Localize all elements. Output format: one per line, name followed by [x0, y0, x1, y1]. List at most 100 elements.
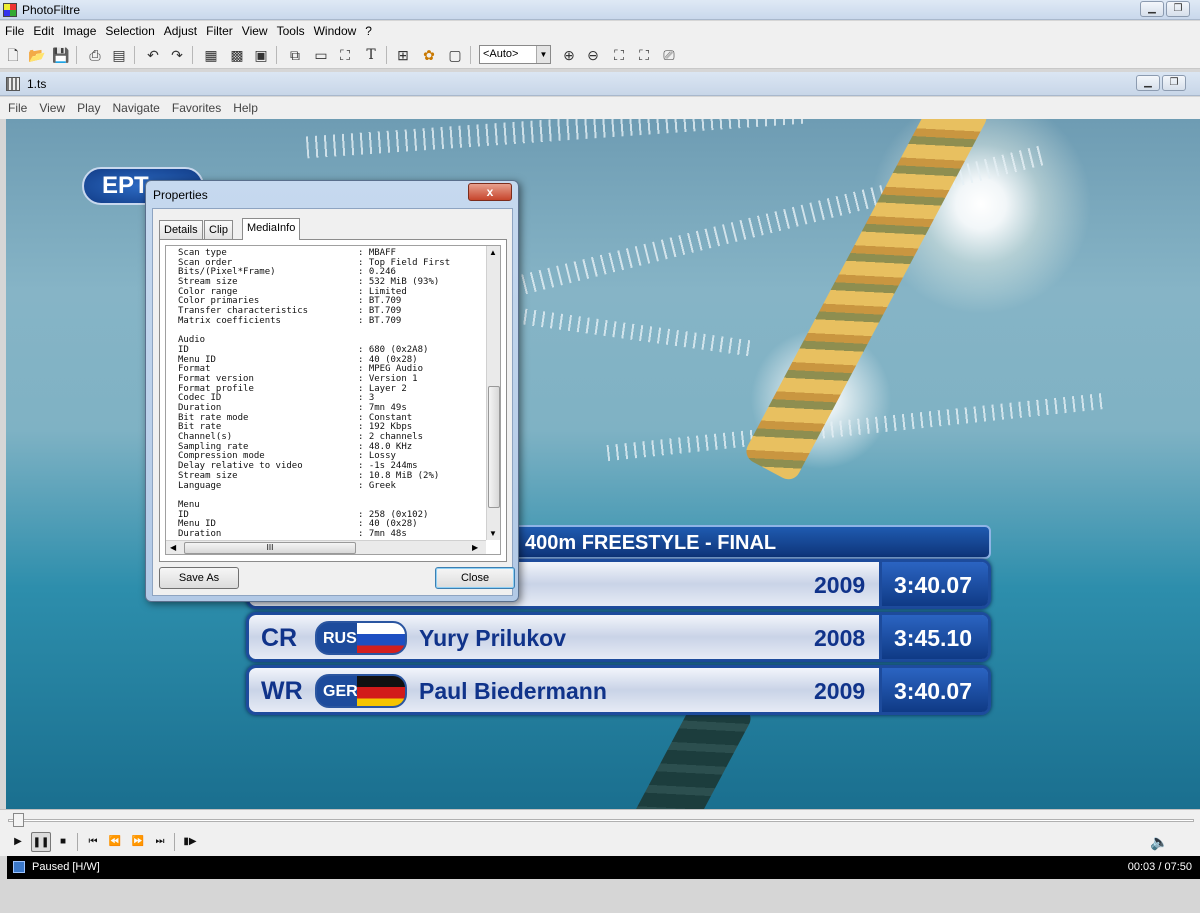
status-bar: Paused [H/W] 00:03 / 07:50: [7, 856, 1200, 879]
menu-image[interactable]: Image: [58, 21, 100, 38]
dropdown-arrow-icon[interactable]: ▼: [536, 46, 550, 63]
print-icon[interactable]: ⎙: [86, 46, 104, 64]
transparency-icon[interactable]: ▩: [228, 46, 246, 64]
score-row: WR GER Paul Biedermann 2009 3:40.07: [246, 665, 991, 715]
menu-filter[interactable]: Filter: [201, 21, 237, 38]
record-time: 3:40.07: [879, 562, 988, 606]
record-type: CR: [261, 624, 298, 652]
dialog-title: Properties: [153, 188, 208, 202]
stop-icon[interactable]: ■: [53, 832, 73, 852]
close-icon[interactable]: x: [468, 183, 512, 201]
document-title: 1.ts: [27, 77, 47, 91]
scroll-thumb[interactable]: III: [184, 542, 356, 554]
horizontal-scrollbar[interactable]: ◀ III ▶: [166, 540, 486, 554]
tab-mediainfo[interactable]: MediaInfo: [242, 218, 301, 240]
mediainfo-value: : BT.709: [358, 315, 402, 326]
pause-icon[interactable]: ❚❚: [31, 832, 51, 852]
actual-size-icon[interactable]: ⛶: [610, 46, 628, 64]
player-controls: ▶ ❚❚ ■ ⏮ ⏪ ⏩ ⏭ ▮▶ 🔈: [0, 829, 1200, 856]
player-menu-view[interactable]: View: [31, 97, 69, 115]
menu-tools[interactable]: Tools: [272, 21, 309, 38]
menu-help[interactable]: ?: [360, 21, 376, 38]
mediainfo-line: [178, 327, 450, 337]
save-as-button[interactable]: Save As: [159, 567, 239, 589]
player-menu-favorites[interactable]: Favorites: [164, 97, 225, 115]
menu-adjust[interactable]: Adjust: [159, 21, 201, 38]
tab-clip[interactable]: Clip: [204, 220, 233, 239]
mediainfo-textbox[interactable]: Scan type: MBAFF Scan order: Top Field Fi…: [165, 245, 501, 555]
zoom-select[interactable]: <Auto> ▼: [479, 45, 551, 64]
fullscreen-icon[interactable]: ⎚: [660, 46, 678, 64]
mediainfo-line: Language : Greek: [178, 480, 450, 492]
scroll-right-icon[interactable]: ▶: [472, 543, 478, 552]
layer-icon[interactable]: ▦: [202, 46, 220, 64]
doc-minimize-button[interactable]: ▁: [1136, 75, 1160, 91]
seek-handle[interactable]: [13, 813, 24, 827]
mediainfo-text: Scan type: MBAFF Scan order: Top Field Fi…: [178, 248, 450, 540]
properties-dialog: Properties x Details Clip MediaInfo Scan…: [145, 180, 519, 602]
mediainfo-key: Language: [178, 480, 222, 491]
new-file-icon[interactable]: 🗋: [4, 46, 22, 64]
text-tool-icon[interactable]: T: [362, 46, 380, 64]
skip-forward-icon[interactable]: ⏭: [150, 832, 170, 852]
mediainfo-value: : Greek: [358, 480, 396, 491]
player-menu-file[interactable]: File: [0, 97, 31, 115]
tab-details[interactable]: Details: [159, 220, 203, 239]
plugin-icon[interactable]: ✿: [420, 46, 438, 64]
menu-selection[interactable]: Selection: [100, 21, 158, 38]
menu-window[interactable]: Window: [309, 21, 361, 38]
mask-icon[interactable]: ▣: [252, 46, 270, 64]
record-time: 3:40.07: [879, 668, 988, 712]
menu-edit[interactable]: Edit: [28, 21, 58, 38]
explorer-icon[interactable]: ⊞: [394, 46, 412, 64]
app-title: PhotoFiltre: [22, 3, 81, 17]
scroll-down-icon[interactable]: ▼: [489, 529, 497, 538]
menu-file[interactable]: File: [0, 21, 28, 38]
scroll-up-icon[interactable]: ▲: [489, 248, 497, 257]
image-size-icon[interactable]: ⧉: [286, 46, 304, 64]
canvas-size-icon[interactable]: ▭: [312, 46, 330, 64]
redo-icon[interactable]: ↷: [168, 46, 186, 64]
rewind-icon[interactable]: ⏪: [105, 832, 125, 852]
window-icon[interactable]: ▢: [446, 46, 464, 64]
zoom-out-icon[interactable]: ⊖: [584, 46, 602, 64]
zoom-value: <Auto>: [483, 48, 519, 60]
frame-step-icon[interactable]: ▮▶: [180, 832, 200, 852]
player-menu-play[interactable]: Play: [69, 97, 104, 115]
event-title: 400m FREESTYLE - FINAL: [511, 525, 991, 559]
scan-icon[interactable]: ▤: [110, 46, 128, 64]
fit-window-icon[interactable]: ⛶: [635, 46, 653, 64]
vertical-scrollbar[interactable]: ▲ ▼: [486, 246, 500, 540]
mediainfo-key: Matrix coefficients: [178, 315, 281, 326]
country-code: GER: [323, 683, 358, 700]
germany-flag-icon: [357, 676, 405, 706]
player-menu-navigate[interactable]: Navigate: [104, 97, 163, 115]
mediainfo-key: Audio: [178, 335, 206, 346]
minimize-button[interactable]: ▁: [1140, 1, 1164, 17]
scroll-left-icon[interactable]: ◀: [170, 543, 176, 552]
fast-forward-icon[interactable]: ⏩: [128, 832, 148, 852]
seek-track[interactable]: [8, 819, 1194, 822]
volume-icon[interactable]: 🔈: [1150, 833, 1169, 851]
status-icon: [13, 861, 25, 873]
seek-bar-area: [0, 809, 1200, 829]
crop-icon[interactable]: ⛶: [336, 46, 354, 64]
swimmer-name: Yury Prilukov: [419, 625, 567, 651]
player-menu-help[interactable]: Help: [225, 97, 262, 115]
zoom-in-icon[interactable]: ⊕: [560, 46, 578, 64]
save-icon[interactable]: 💾: [52, 46, 70, 64]
restore-button[interactable]: ❐: [1166, 1, 1190, 17]
open-folder-icon[interactable]: 📂: [28, 46, 46, 64]
doc-restore-button[interactable]: ❐: [1162, 75, 1186, 91]
menubar: File Edit Image Selection Adjust Filter View To…: [0, 21, 1200, 41]
close-button[interactable]: Close: [435, 567, 515, 589]
swimmer-name: Paul Biedermann: [419, 678, 607, 704]
play-icon[interactable]: ▶: [8, 832, 28, 852]
record-time: 3:45.10: [879, 615, 988, 659]
tab-panel: Scan type: MBAFF Scan order: Top Field Fi…: [159, 239, 507, 562]
undo-icon[interactable]: ↶: [144, 46, 162, 64]
scroll-thumb[interactable]: [488, 386, 500, 508]
russia-flag-icon: [357, 623, 405, 653]
menu-view[interactable]: View: [237, 21, 272, 38]
skip-back-icon[interactable]: ⏮: [83, 832, 103, 852]
